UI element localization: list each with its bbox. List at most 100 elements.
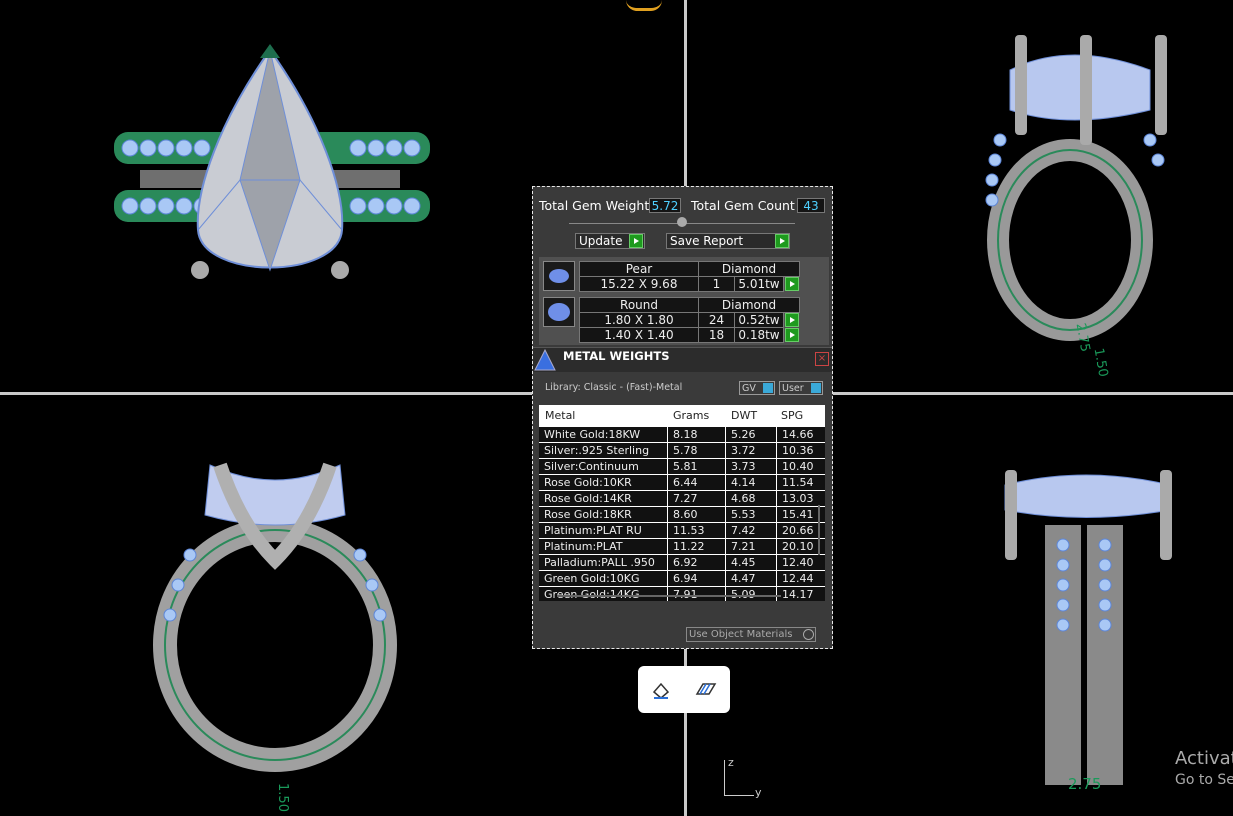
gem-size: 1.80 X 1.80 (579, 312, 699, 328)
dimension-label: 2.75 (1068, 775, 1102, 793)
ring-perspective-view[interactable] (970, 30, 1190, 350)
gem-shape: Pear (579, 261, 699, 277)
table-cell: 5.53 (726, 507, 776, 522)
gem-shape: Round (579, 297, 699, 313)
library-label: Library: Classic - (Fast)-Metal (545, 382, 683, 393)
table-cell: Palladium:PALL .950 (539, 555, 667, 570)
table-cell: Platinum:PLAT (539, 539, 667, 554)
gem-weight: 0.52tw (734, 312, 784, 328)
column-header[interactable]: Metal (545, 405, 665, 427)
axis-y-label: y (755, 786, 762, 799)
table-cell: 5.09 (726, 587, 776, 601)
table-cell: 14.66 (777, 427, 825, 442)
save-report-button[interactable]: Save Report (666, 233, 790, 249)
table-row[interactable]: Silver:.925 Sterling 5.78 3.72 10.36 (539, 443, 825, 458)
table-cell: 6.92 (668, 555, 725, 570)
table-cell: 7.27 (668, 491, 725, 506)
axis-indicator: z y (722, 756, 762, 800)
metal-weights-header: METAL WEIGHTS × (533, 347, 832, 372)
table-row[interactable]: Silver:Continuum 5.81 3.73 10.40 (539, 459, 825, 474)
table-row[interactable]: Platinum:PLAT RU 11.53 7.42 20.66 (539, 523, 825, 538)
column-header[interactable]: DWT (731, 405, 771, 427)
ring-side-view[interactable] (995, 465, 1195, 795)
table-cell: 5.26 (726, 427, 776, 442)
table-row[interactable]: Palladium:PALL .950 6.92 4.45 12.40 (539, 555, 825, 570)
table-cell: 4.14 (726, 475, 776, 490)
pear-gem-thumbnail[interactable] (543, 261, 575, 291)
table-cell: 10.36 (777, 443, 825, 458)
table-cell: 6.94 (668, 571, 725, 586)
total-gem-weight-label: Total Gem Weight (539, 198, 650, 213)
table-cell: 4.45 (726, 555, 776, 570)
table-cell: Silver:.925 Sterling (539, 443, 667, 458)
gem-count: 1 (698, 276, 735, 292)
vertical-scrollbar[interactable] (818, 505, 820, 555)
table-cell: 8.60 (668, 507, 725, 522)
table-cell: Green Gold:10KG (539, 571, 667, 586)
total-gem-count-value: 43 (797, 198, 825, 213)
splitter-handle[interactable] (677, 217, 687, 227)
watermark-line1: Activat (1175, 748, 1233, 769)
gem-material: Diamond (698, 297, 800, 313)
total-gem-count-label: Total Gem Count (691, 198, 795, 213)
column-header[interactable]: SPG (781, 405, 821, 427)
axis-z-label: z (728, 756, 734, 769)
gem-tool-icon[interactable] (651, 680, 671, 700)
table-cell: Rose Gold:14KR (539, 491, 667, 506)
table-row[interactable]: Rose Gold:10KR 6.44 4.14 11.54 (539, 475, 825, 490)
gem-size: 15.22 X 9.68 (579, 276, 699, 292)
gem-select-play-icon[interactable] (785, 328, 799, 342)
layers-tool-icon[interactable] (695, 680, 717, 700)
column-header[interactable]: Grams (673, 405, 723, 427)
table-cell: Silver:Continuum (539, 459, 667, 474)
update-play-icon[interactable] (629, 234, 643, 248)
gem-weight: 5.01tw (734, 276, 784, 292)
gv-toggle[interactable]: GV (739, 381, 775, 395)
user-label: User (782, 383, 804, 394)
close-icon[interactable]: × (815, 352, 829, 366)
ring-top-view[interactable] (100, 40, 440, 300)
table-cell: Rose Gold:10KR (539, 475, 667, 490)
user-toggle[interactable]: User (779, 381, 823, 395)
dimension-label: 1.50 (274, 783, 290, 812)
gem-count: 24 (698, 312, 735, 328)
table-row[interactable]: White Gold:18KW 8.18 5.26 14.66 (539, 427, 825, 442)
round-gem-thumbnail[interactable] (543, 297, 575, 327)
table-cell: 10.40 (777, 459, 825, 474)
table-cell: 3.73 (726, 459, 776, 474)
table-row[interactable]: Platinum:PLAT 11.22 7.21 20.10 (539, 539, 825, 554)
table-row[interactable]: Green Gold:14KG7.915.0914.17 (539, 587, 825, 601)
table-cell: 5.78 (668, 443, 725, 458)
table-cell: 7.91 (668, 587, 725, 601)
dropdown-icon (803, 629, 814, 640)
table-cell: 7.21 (726, 539, 776, 554)
table-cell: White Gold:18KW (539, 427, 667, 442)
table-cell: 14.17 (777, 587, 825, 601)
gizmo-icon[interactable] (626, 0, 662, 11)
table-cell: 3.72 (726, 443, 776, 458)
table-cell: 8.18 (668, 427, 725, 442)
table-cell: 5.81 (668, 459, 725, 474)
use-object-materials-dropdown[interactable]: Use Object Materials (686, 627, 816, 642)
table-row[interactable]: Rose Gold:18KR 8.60 5.53 15.41 (539, 507, 825, 522)
table-cell: 4.68 (726, 491, 776, 506)
table-cell: 11.53 (668, 523, 725, 538)
gem-select-play-icon[interactable] (785, 313, 799, 327)
gem-count: 18 (698, 327, 735, 343)
gem-size: 1.40 X 1.40 (579, 327, 699, 343)
table-cell: 12.40 (777, 555, 825, 570)
table-cell: 11.22 (668, 539, 725, 554)
table-cell: 7.42 (726, 523, 776, 538)
table-cell: Platinum:PLAT RU (539, 523, 667, 538)
watermark-line2: Go to Se (1175, 772, 1233, 788)
metal-weights-table: Metal Grams DWT SPG White Gold:18KW 8.18 5… (539, 405, 825, 601)
table-row[interactable]: Green Gold:10KG 6.94 4.47 12.44 (539, 571, 825, 586)
horizontal-scrollbar[interactable] (557, 595, 781, 597)
table-row[interactable]: Rose Gold:14KR 7.27 4.68 13.03 (539, 491, 825, 506)
update-button-label: Update (579, 234, 623, 248)
ring-front-view[interactable] (150, 455, 410, 775)
gem-select-play-icon[interactable] (785, 277, 799, 291)
table-cell: Rose Gold:18KR (539, 507, 667, 522)
table-cell: 13.03 (777, 491, 825, 506)
save-report-play-icon[interactable] (775, 234, 789, 248)
